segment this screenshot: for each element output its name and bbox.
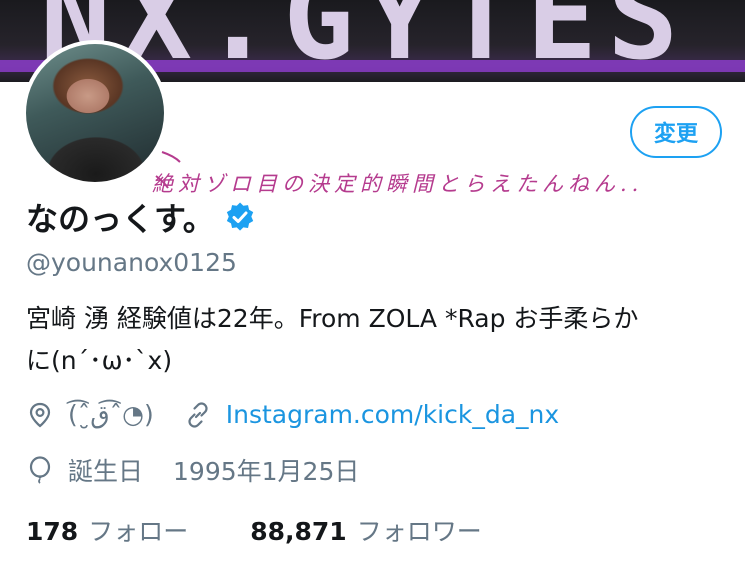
followers-stat[interactable]: 88,871 フォロワー: [250, 512, 482, 548]
bio: 宮崎 湧 経験値は22年。From ZOLA *Rap お手柔らか に(n´･ω…: [26, 298, 726, 382]
avatar[interactable]: [22, 40, 168, 186]
bio-line: に(n´･ω･`x): [26, 346, 173, 375]
verified-badge-icon: [226, 202, 254, 231]
display-name: なのっくす。: [26, 200, 215, 238]
followers-label: フォロワー: [356, 517, 482, 546]
website-link[interactable]: Instagram.com/kick_da_nx: [226, 400, 559, 429]
location-pin-icon: [29, 402, 51, 427]
following-label: フォロー: [88, 517, 189, 546]
user-handle: @younanox0125: [26, 248, 237, 277]
birthday-value: 1995年1月25日: [173, 457, 360, 486]
meta-row-birthday: 誕生日 1995年1月25日: [26, 452, 359, 488]
follow-stats: 178 フォロー 88,871 フォロワー: [26, 512, 482, 548]
location-text: (ˆ͡ق̮ˆ͡◔): [68, 400, 154, 429]
edit-profile-button[interactable]: 変更: [630, 106, 722, 158]
meta-row-location-link: (ˆ͡ق̮ˆ͡◔) Instagram.com/kick_da_nx: [26, 400, 559, 429]
followers-count: 88,871: [250, 517, 347, 546]
birthday-label: 誕生日: [68, 457, 144, 486]
balloon-icon: [29, 456, 51, 484]
following-count: 178: [26, 517, 79, 546]
link-icon: [188, 401, 208, 428]
name-row: なのっくす。: [26, 194, 255, 240]
following-stat[interactable]: 178 フォロー: [26, 512, 188, 548]
bio-line: 宮崎 湧 経験値は22年。From ZOLA *Rap お手柔らか: [26, 304, 639, 333]
